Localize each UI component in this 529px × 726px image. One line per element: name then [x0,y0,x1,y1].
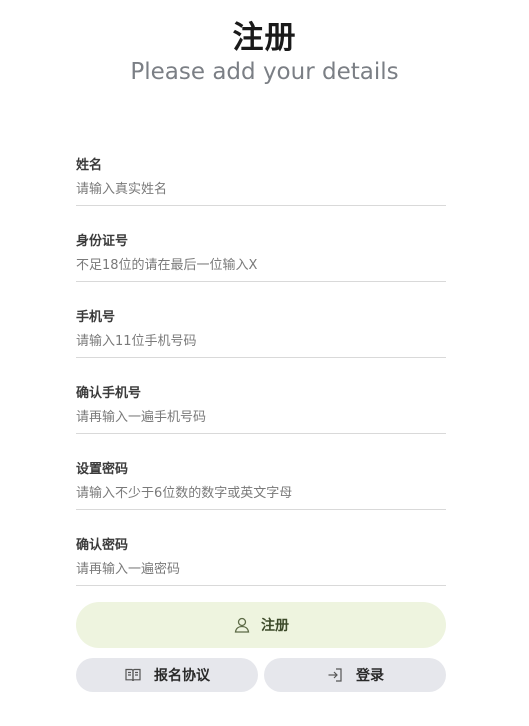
page-title: 注册 [232,20,297,56]
field-divider [76,509,446,510]
phone-label: 手机号 [76,310,116,325]
field-divider [76,357,446,358]
confirm-phone-label: 确认手机号 [76,386,142,401]
register-button-label: 注册 [261,618,289,634]
name-label: 姓名 [76,158,103,173]
register-button[interactable]: 注册 [76,602,446,648]
login-icon [326,666,344,684]
register-form: 姓名 身份证号 手机号 确认手机号 设置密码 确认密码 [76,150,446,606]
field-divider [76,281,446,282]
confirm-password-label: 确认密码 [76,538,129,553]
register-page: 注册 Please add your details 姓名 身份证号 手机号 确… [0,0,529,726]
name-input[interactable] [76,177,446,201]
user-icon [233,616,251,634]
password-label: 设置密码 [76,462,129,477]
id-number-label: 身份证号 [76,234,129,249]
login-button[interactable]: 登录 [264,658,446,692]
confirm-phone-input[interactable] [76,405,446,429]
confirm-password-field: 确认密码 [76,530,446,606]
page-subtitle: Please add your details [130,59,399,85]
confirm-password-input[interactable] [76,557,446,581]
id-number-field: 身份证号 [76,226,446,302]
confirm-phone-field: 确认手机号 [76,378,446,454]
id-number-input[interactable] [76,253,446,277]
phone-field: 手机号 [76,302,446,378]
login-button-label: 登录 [356,668,384,684]
password-field: 设置密码 [76,454,446,530]
field-divider [76,433,446,434]
phone-input[interactable] [76,329,446,353]
password-input[interactable] [76,481,446,505]
agreement-button-label: 报名协议 [154,668,210,684]
field-divider [76,585,446,586]
book-icon [124,666,142,684]
field-divider [76,205,446,206]
agreement-button[interactable]: 报名协议 [76,658,258,692]
name-field: 姓名 [76,150,446,226]
